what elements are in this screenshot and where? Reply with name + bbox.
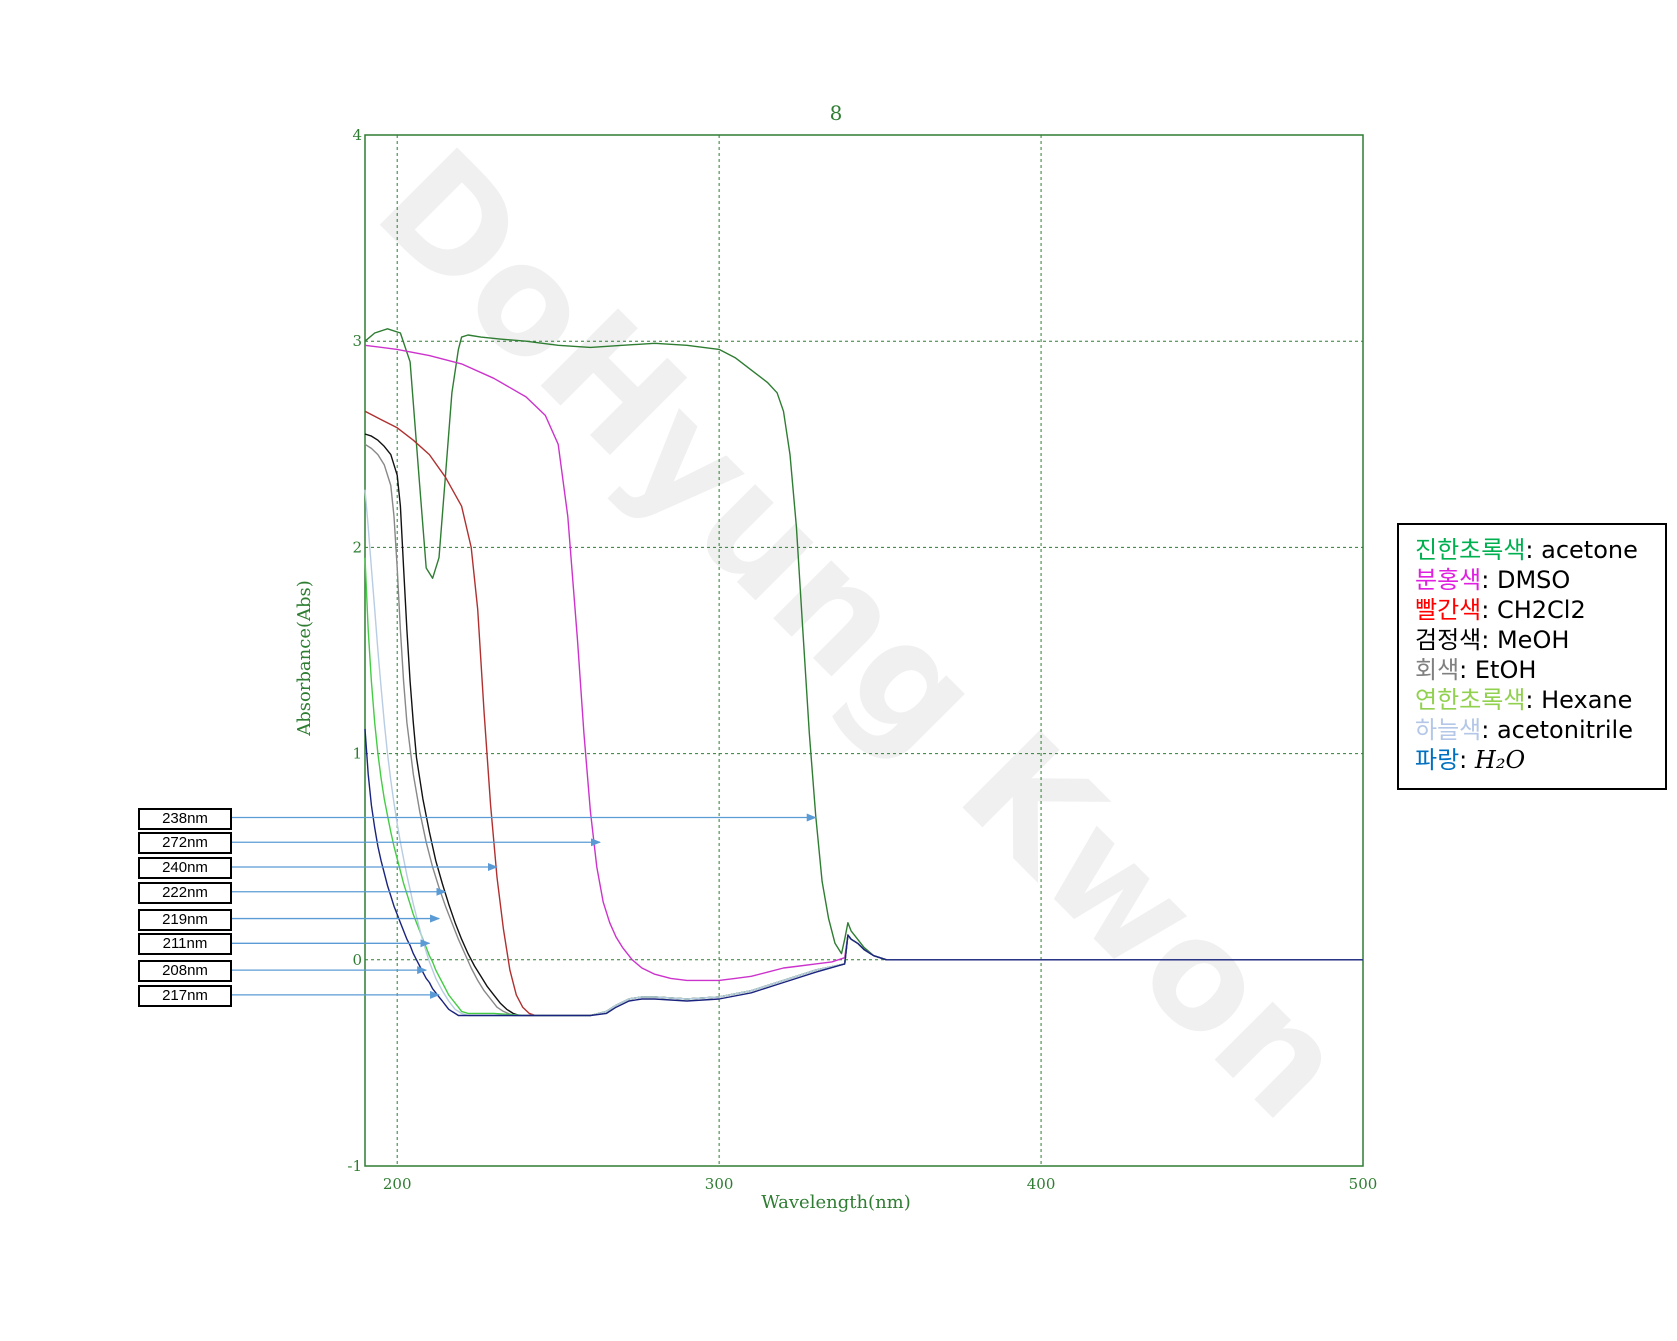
x-tick-label: 400 [1027,1175,1056,1193]
y-tick-label: 2 [352,538,362,556]
annotation-arrows [230,813,817,999]
legend-solvent: : acetone [1525,536,1638,564]
legend-color-name: 빨간색 [1415,596,1482,624]
annotation-label: 208nm [138,960,232,983]
legend-solvent: : Hexane [1525,686,1633,714]
legend-entry-hexane: 연한초록색: Hexane [1415,685,1665,715]
legend-solvent: : EtOH [1459,656,1537,684]
y-tick-label: 4 [352,126,362,144]
annotation-label: 222nm [138,881,232,904]
x-tick-label: 200 [383,1175,412,1193]
y-tick-label: 1 [352,745,362,763]
y-tick-label: -1 [347,1157,362,1175]
legend-solvent: : CH2Cl2 [1481,596,1586,624]
legend-solvent: : acetonitrile [1481,716,1633,744]
legend-color-name: 분홍색 [1415,566,1482,594]
legend-entry-meoh: 검정색: MeOH [1415,625,1665,655]
legend-entry-acetonitrile: 하늘색: acetonitrile [1415,715,1665,745]
x-tick-label: 300 [705,1175,734,1193]
legend: 진한초록색: acetone 분홍색: DMSO 빨간색: CH2Cl2 검정색… [1397,523,1667,790]
legend-color-name: 검정색 [1415,626,1482,654]
y-tick-label: 3 [352,332,362,350]
annotation-label: 238nm [138,807,232,830]
x-tick-label: 500 [1349,1175,1378,1193]
legend-color-name: 하늘색 [1415,716,1482,744]
y-tick-label: 0 [352,951,362,969]
legend-solvent: : DMSO [1481,566,1571,594]
annotation-label: 240nm [138,857,232,879]
watermark: DoHyung Kwon [345,117,1379,1151]
x-axis-title: Wavelength(nm) [761,1192,911,1213]
y-axis-title: Absorbance(Abs) [294,580,315,737]
annotation-label: 219nm [138,908,232,931]
legend-color-name: 진한초록색 [1415,536,1526,564]
legend-entry-h2o: 파랑: H₂O [1415,745,1665,775]
chart-title: 8 [830,101,843,125]
legend-color-name: 파랑 [1415,746,1460,774]
legend-solvent: : [1459,746,1475,774]
legend-entry-acetone: 진한초록색: acetone [1415,535,1665,565]
legend-formula: H₂O [1474,746,1526,774]
annotation-label: 272nm [138,832,232,855]
legend-solvent: : MeOH [1481,626,1570,654]
legend-entry-etoh: 회색: EtOH [1415,655,1665,685]
legend-color-name: 회색 [1415,656,1460,684]
legend-entry-ch2cl2: 빨간색: CH2Cl2 [1415,595,1665,625]
annotation-label: 211nm [138,933,232,956]
legend-color-name: 연한초록색 [1415,686,1526,714]
legend-entry-dmso: 분홍색: DMSO [1415,565,1665,595]
annotation-label: 217nm [138,984,232,1007]
